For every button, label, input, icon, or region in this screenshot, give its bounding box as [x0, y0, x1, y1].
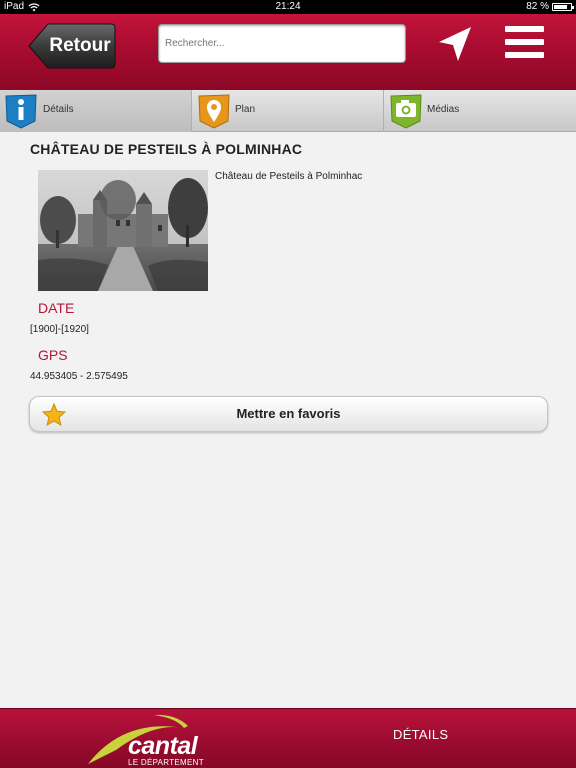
map-pin-icon — [198, 94, 230, 129]
tab-medias[interactable]: Médias — [384, 90, 576, 132]
logo-text: cantal — [128, 732, 198, 760]
page-title: CHÂTEAU DE PESTEILS À POLMINHAC — [30, 141, 303, 157]
add-favorite-label: Mettre en favoris — [236, 406, 341, 421]
chateau-photo[interactable] — [38, 170, 208, 291]
photo-image — [38, 170, 208, 291]
app-screen: iPad 21:24 82 % Retour Rechercher... Dét… — [0, 0, 576, 768]
tab-medias-label: Médias — [427, 104, 460, 115]
tab-bar: Détails Plan Médias — [0, 90, 576, 132]
battery-icon — [552, 3, 574, 11]
header-bar: Retour — [0, 14, 576, 90]
tab-details-label: Détails — [43, 104, 74, 115]
hamburger-line — [505, 52, 544, 58]
hamburger-line — [505, 26, 544, 32]
status-bar: iPad 21:24 82 % — [0, 0, 576, 14]
navigation-arrow-icon — [439, 27, 471, 61]
menu-button[interactable] — [505, 26, 544, 59]
clock: 21:24 — [275, 1, 301, 12]
hamburger-line — [505, 39, 544, 45]
footer-tab-details[interactable]: DÉTAILS — [393, 727, 448, 742]
photo-caption: Château de Pesteils à Polminhac — [215, 171, 363, 182]
footer-bar: cantal LE DÉPARTEMENT DÉTAILS — [0, 708, 576, 768]
date-value: [1900]-[1920] — [30, 324, 89, 335]
locate-button[interactable] — [436, 24, 474, 64]
info-icon — [5, 94, 37, 129]
gps-value: 44.953405 - 2.575495 — [30, 371, 128, 382]
cantal-logo: cantal LE DÉPARTEMENT — [84, 710, 224, 768]
tab-plan[interactable]: Plan — [192, 90, 384, 132]
back-button[interactable]: Retour — [28, 22, 116, 70]
back-button-label: Retour — [49, 35, 111, 56]
logo-subtitle: LE DÉPARTEMENT — [128, 758, 204, 767]
date-label: DATE — [38, 300, 75, 316]
tab-details[interactable]: Détails — [0, 90, 192, 132]
camera-icon — [390, 94, 422, 129]
search-input[interactable] — [158, 24, 406, 63]
battery-percent: 82 % — [526, 1, 549, 12]
tab-plan-label: Plan — [235, 104, 256, 115]
gps-label: GPS — [38, 347, 68, 363]
add-favorite-button[interactable]: Mettre en favoris — [29, 396, 548, 432]
